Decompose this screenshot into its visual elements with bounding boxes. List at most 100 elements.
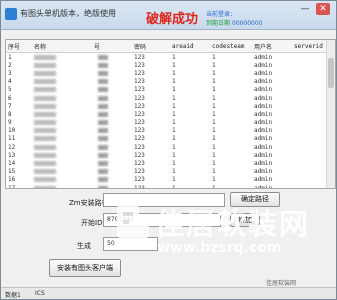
table-scrollbar[interactable] [326,40,335,188]
row-username: admin [254,135,273,143]
app-icon [5,8,17,20]
col-header-index[interactable]: 序号 [6,40,32,53]
table-row[interactable]: 1 123 1 1 admin [6,53,327,62]
row-username: admin [254,78,273,86]
row-serverid [292,176,327,184]
redacted-block [34,144,56,150]
row-number-redacted [92,135,132,143]
row-serverid [292,127,327,135]
row-index: 5 [8,86,12,94]
row-codesteam: 1 [212,110,216,118]
table-row[interactable]: 7 123 1 1 admin [6,102,327,110]
row-number-redacted [92,151,132,159]
table-header: 序号 名称 号 密码 areaid codesteam 用户名 serverid [6,40,327,53]
row-username: admin [254,184,273,189]
row-number-redacted [92,159,132,167]
table-row[interactable]: 2 123 1 1 admin [6,61,327,69]
row-areaid: 1 [172,110,176,118]
row-serverid [292,110,327,118]
row-codesteam: 1 [212,127,216,135]
row-serverid [292,159,327,167]
row-password: 123 [134,143,145,151]
row-areaid: 1 [172,176,176,184]
row-number-redacted [92,127,132,135]
col-header-serverid[interactable]: serverid [292,40,327,53]
row-name-redacted [32,184,92,188]
row-number-redacted [92,69,132,77]
table-row[interactable]: 10 123 1 1 admin [6,127,327,135]
row-password: 123 [134,110,145,118]
row-username: admin [254,151,273,159]
row-username: admin [254,160,273,168]
redacted-block [98,144,108,150]
row-username: admin [254,176,273,184]
table-row[interactable]: 6 123 1 1 admin [6,94,327,102]
row-areaid: 1 [172,78,176,86]
row-password: 123 [134,61,145,69]
row-codesteam: 1 [212,176,216,184]
expire-info: 到期日期 00000000 [206,18,262,27]
table-row[interactable]: 4 123 1 1 admin [6,78,327,86]
col-header-username[interactable]: 用户名 [252,40,292,53]
redacted-block [98,185,108,188]
row-areaid: 1 [172,168,176,176]
col-header-codesteam[interactable]: codesteam [210,40,252,53]
row-serverid [292,102,327,110]
table-row[interactable]: 3 123 1 1 admin [6,69,327,77]
row-areaid: 1 [172,135,176,143]
minimize-button[interactable]: — [298,3,312,15]
redacted-block [98,103,108,109]
row-number-redacted [92,78,132,86]
row-username: admin [254,102,273,110]
row-password: 123 [134,94,145,102]
table-row[interactable]: 16 123 1 1 admin [6,176,327,184]
row-name-redacted [32,168,92,176]
row-index: 4 [8,78,12,86]
row-username: admin [254,61,273,69]
row-number-redacted [92,119,132,127]
col-header-name[interactable]: 名称 [32,40,92,53]
row-name-redacted [32,69,92,77]
redacted-block [98,152,108,158]
table-row[interactable]: 11 123 1 1 admin [6,135,327,143]
row-index: 16 [8,176,16,184]
status-item-2: ICS [35,290,45,297]
scrollbar-thumb[interactable] [328,58,334,88]
redacted-block [34,161,56,167]
row-name-redacted [32,143,92,151]
table-row[interactable]: 17 123 1 1 admin [6,184,327,189]
row-password: 123 [134,135,145,143]
redacted-block [98,169,108,175]
row-codesteam: 1 [212,143,216,151]
table-row[interactable]: 8 123 1 1 admin [6,110,327,118]
row-serverid [292,151,327,159]
row-number-redacted [92,102,132,110]
account-table[interactable]: 序号 名称 号 密码 areaid codesteam 用户名 serverid… [5,39,336,189]
redacted-block [34,128,56,134]
col-header-password[interactable]: 密码 [132,40,170,53]
row-serverid [292,61,327,69]
table-row[interactable]: 9 123 1 1 admin [6,119,327,127]
table-row[interactable]: 13 123 1 1 admin [6,151,327,159]
row-password: 123 [134,53,145,61]
redacted-block [34,87,56,93]
watermark-title: 佳居软装网 [155,207,311,241]
col-header-areaid[interactable]: areaid [170,40,210,53]
row-index: 13 [8,151,16,159]
col-header-number[interactable]: 号 [92,40,132,53]
row-password: 123 [134,119,145,127]
close-button[interactable]: ✕ [316,3,330,15]
row-name-redacted [32,176,92,184]
table-row[interactable]: 12 123 1 1 admin [6,143,327,151]
install-client-button[interactable]: 安装有图头客户端 [49,259,121,277]
table-row[interactable]: 5 123 1 1 admin [6,86,327,94]
row-username: admin [254,94,273,102]
table-row[interactable]: 15 123 1 1 admin [6,168,327,176]
table-row[interactable]: 14 123 1 1 admin [6,159,327,167]
row-number-redacted [92,94,132,102]
row-areaid: 1 [172,119,176,127]
row-number-redacted [92,143,132,151]
redacted-block [98,54,108,60]
row-index: 8 [8,110,12,118]
row-codesteam: 1 [212,61,216,69]
